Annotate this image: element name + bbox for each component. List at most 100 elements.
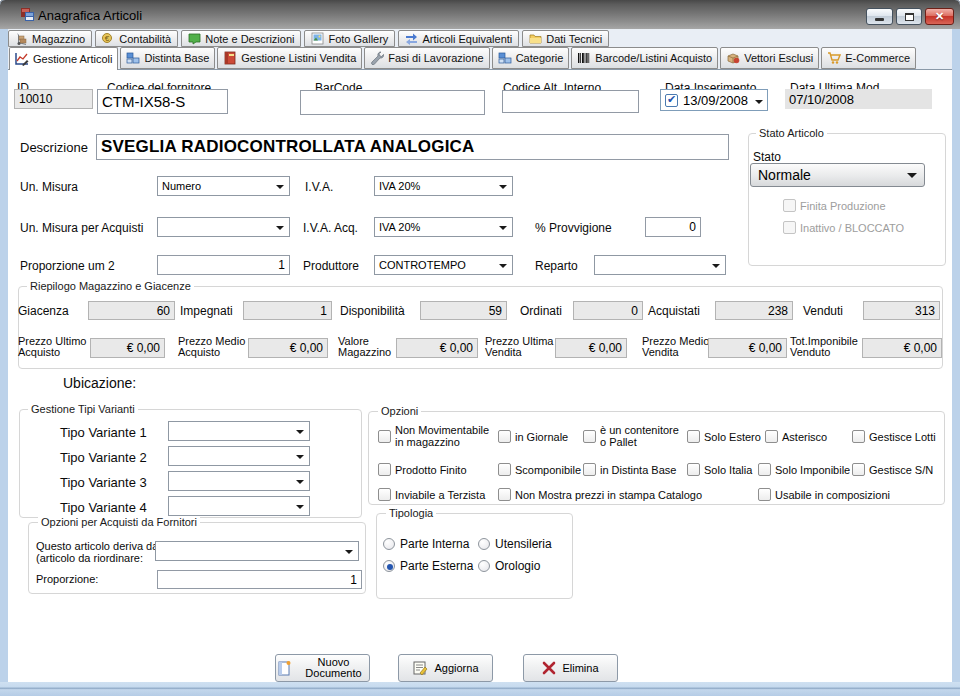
radio-parte-esterna[interactable]: Parte Esterna [383, 559, 473, 573]
data-inserimento-value: 13/09/2008 [683, 93, 748, 108]
nuovo-documento-button[interactable]: Nuovo Documento [275, 654, 370, 682]
provvigione-field[interactable]: 0 [645, 217, 701, 237]
prezzo-medio-vendita-value: € 0,00 [749, 341, 782, 355]
stato-combo[interactable]: Normale [750, 163, 925, 187]
radio-label: Parte Esterna [400, 559, 473, 573]
tipo-variante-3-combo[interactable] [168, 471, 310, 491]
tab-vettori-esclusi[interactable]: Vettori Esclusi [720, 47, 819, 69]
codice-fornitore-field[interactable]: CTM-IX58-S [97, 89, 228, 114]
checkbox-label: Non Movimentabile in magazzino [395, 424, 490, 448]
proporzione-field[interactable]: 1 [157, 570, 362, 589]
iva-combo[interactable]: IVA 20% [374, 176, 513, 196]
deriva-combo[interactable] [155, 541, 359, 561]
ecommerce-icon [827, 51, 841, 65]
checkbox-scomponibile[interactable]: Scomponibile [498, 463, 581, 476]
tab-categorie[interactable]: Categorie [492, 47, 570, 69]
tab-label: Foto Gallery [328, 33, 388, 45]
checkbox-box [498, 488, 511, 501]
finita-produzione-checkbox[interactable]: Finita Produzione [783, 199, 886, 212]
tipo-variante-1-combo[interactable] [168, 421, 310, 441]
checkbox-label: Non Mostra prezzi in stampa Catalogo [515, 489, 702, 501]
radio-orologio[interactable]: Orologio [478, 559, 540, 573]
checkbox-in-distinta-base[interactable]: in Distinta Base [583, 463, 676, 476]
dati-tecnici-icon [529, 32, 542, 45]
tab-barcode-listini-acquisto[interactable]: Barcode/Listini Acquisto [571, 47, 718, 69]
tab-dati-tecnici[interactable]: Dati Tecnici [522, 30, 609, 47]
checkbox-box [498, 463, 511, 476]
tab-gestione-articoli[interactable]: Gestione Articoli [9, 47, 118, 70]
tab-note-descrizioni[interactable]: Note e Descrizioni [181, 30, 301, 47]
proporzione-um2-field[interactable]: 1 [157, 255, 290, 275]
checkbox-usabile-composizioni[interactable]: Usabile in composizioni [758, 488, 890, 501]
barcode-field[interactable] [300, 90, 485, 115]
checkbox-prodotto-finito[interactable]: Prodotto Finito [378, 463, 467, 476]
data-ultima-mod-field: 07/10/2008 [785, 89, 932, 109]
checkbox-box [687, 463, 700, 476]
checkbox-asterisco[interactable]: Asterisco [765, 430, 827, 443]
tab-fasi-lavorazione[interactable]: Fasi di Lavorazione [364, 47, 489, 69]
checkbox-solo-italia[interactable]: Solo Italia [687, 463, 752, 476]
tab-gestione-listini-vendita[interactable]: Gestione Listini Vendita [217, 47, 362, 69]
tab-articoli-equivalenti[interactable]: Articoli Equivalenti [398, 30, 519, 47]
riepilogo-group-title: Riepilogo Magazzino e Giacenze [27, 280, 194, 292]
acquisti-fornitori-group-title: Opzioni per Acquisti da Fornitori [38, 516, 200, 528]
minimize-button[interactable] [866, 8, 893, 25]
reparto-combo[interactable] [594, 255, 726, 275]
proporzione-label: Proporzione: [36, 574, 98, 585]
title-bar[interactable]: Anagrafica Articoli ✕ [0, 0, 960, 29]
tab-ecommerce[interactable]: E-Commerce [821, 47, 916, 69]
un-misura-combo[interactable]: Numero [157, 176, 290, 196]
close-button[interactable]: ✕ [925, 8, 954, 25]
checkbox-in-giornale[interactable]: in Giornale [498, 430, 568, 443]
tipo-variante-4-combo[interactable] [168, 496, 310, 516]
inattivo-bloccato-checkbox[interactable]: Inattivo / BLOCCATO [783, 221, 904, 234]
tipo-variante-2-combo[interactable] [168, 446, 310, 466]
top-tab-row: Magazzino €Contabilità Note e Descrizion… [8, 30, 609, 47]
checkbox-label: è un contenitore o Pallet [600, 424, 688, 448]
acquistati-value: 238 [768, 304, 788, 318]
deriva-label-1: Questo articolo deriva da [36, 541, 158, 552]
radio-utensileria[interactable]: Utensileria [478, 537, 552, 551]
checkbox-contenitore-pallet[interactable]: è un contenitore o Pallet [583, 424, 688, 448]
tab-foto-gallery[interactable]: Foto Gallery [304, 30, 395, 47]
tab-magazzino[interactable]: Magazzino [8, 30, 92, 47]
radio-label: Utensileria [495, 537, 552, 551]
checkbox-label: Solo Estero [704, 431, 761, 443]
maximize-button[interactable] [896, 8, 922, 25]
checkbox-label: Usabile in composizioni [775, 489, 890, 501]
checkbox-inviabile-terzista[interactable]: Inviabile a Terzista [378, 488, 485, 501]
anagrafica-articoli-window: Anagrafica Articoli ✕ Magazzino €Contabi… [0, 0, 960, 696]
tab-label: Note e Descrizioni [205, 33, 294, 45]
checkbox-solo-imponibile[interactable]: Solo Imponibile [758, 463, 850, 476]
codice-alt-field[interactable] [502, 90, 639, 113]
checkbox-box [765, 430, 778, 443]
radio-parte-interna[interactable]: Parte Interna [383, 537, 469, 551]
tab-label: E-Commerce [845, 52, 910, 64]
reparto-label: Reparto [535, 259, 578, 273]
checkbox-box [583, 463, 596, 476]
tipo-variante-4-label: Tipo Variante 4 [60, 500, 147, 515]
button-label: Nuovo Documento [298, 657, 369, 679]
un-misura-acquisti-combo[interactable] [157, 217, 290, 237]
descrizione-field[interactable]: SVEGLIA RADIOCONTROLLATA ANALOGICA [96, 134, 729, 160]
prezzo-ultima-vendita-field: € 0,00 [555, 338, 627, 358]
iva-acq-combo[interactable]: IVA 20% [374, 217, 513, 237]
produttore-combo[interactable]: CONTROTEMPO [374, 255, 513, 275]
data-ultima-mod-value: 07/10/2008 [789, 92, 854, 107]
data-inserimento-field[interactable]: 13/09/2008 [660, 89, 768, 111]
checkbox-non-movimentabile[interactable]: Non Movimentabile in magazzino [378, 424, 490, 448]
tab-contabilita[interactable]: €Contabilità [95, 30, 178, 47]
stato-label: Stato [753, 150, 781, 164]
checkbox-solo-estero[interactable]: Solo Estero [687, 430, 761, 443]
checkbox-gestisce-lotti[interactable]: Gestisce Lotti [852, 430, 936, 443]
data-inserimento-checkbox[interactable] [665, 94, 678, 107]
tab-distinta-base[interactable]: Distinta Base [120, 47, 215, 69]
checkbox-gestisce-sn[interactable]: Gestisce S/N [852, 463, 933, 476]
elimina-button[interactable]: Elimina [523, 654, 618, 682]
combo-value: IVA 20% [379, 180, 420, 192]
aggiorna-button[interactable]: Aggiorna [398, 654, 493, 682]
ordinati-value: 0 [631, 304, 638, 318]
checkbox-non-mostra-prezzi[interactable]: Non Mostra prezzi in stampa Catalogo [498, 488, 702, 501]
stato-articolo-group-title: Stato Articolo [756, 127, 827, 139]
id-value: 10010 [19, 92, 52, 106]
